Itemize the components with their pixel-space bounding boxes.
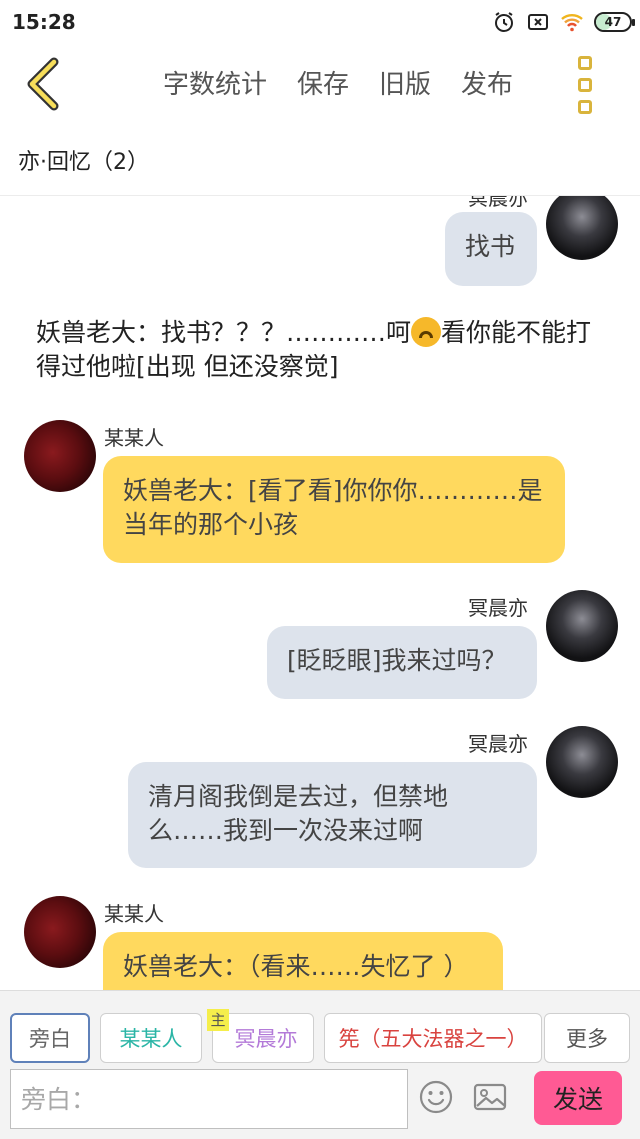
- chat-bubble[interactable]: [眨眨眼]我来过吗？: [267, 626, 537, 699]
- composer-panel: 旁白 某某人 冥晨亦 主 筅（五大法器之一） 更多 发送: [0, 990, 640, 1139]
- word-count-button[interactable]: 字数统计: [163, 64, 267, 101]
- save-button[interactable]: 保存: [297, 64, 349, 101]
- chat-bubble[interactable]: 妖兽老大：[看了看]你你你…………是当年的那个小孩: [103, 456, 565, 563]
- top-action-bar: 字数统计 保存 旧版 发布: [0, 46, 640, 124]
- narration-part: 妖兽老大：找书？？？…………呵: [36, 318, 412, 347]
- narration-text[interactable]: 妖兽老大：找书？？？…………呵 看你能不能打得过他啦[出现 但还没察觉]: [36, 316, 616, 384]
- emoji-icon[interactable]: [418, 1079, 454, 1115]
- role-narrator-button[interactable]: 旁白: [10, 1013, 90, 1063]
- old-version-button[interactable]: 旧版: [379, 64, 431, 101]
- battery-icon: 47: [594, 12, 635, 32]
- chat-area[interactable]: 冥晨亦 找书 妖兽老大：找书？？？…………呵 看你能不能打得过他啦[出现 但还没察…: [0, 196, 640, 990]
- alarm-icon: [495, 12, 513, 32]
- no-sim-icon: [528, 14, 548, 30]
- avatar[interactable]: [546, 590, 618, 662]
- main-role-badge: 主: [207, 1009, 229, 1031]
- top-menu: 字数统计 保存 旧版 发布: [163, 64, 513, 101]
- sender-name: 冥晨亦: [468, 196, 528, 210]
- chat-bubble[interactable]: 妖兽老大：（看来……失忆了 ）: [103, 932, 503, 990]
- status-bar: 15:28 47: [0, 0, 640, 46]
- avatar[interactable]: [546, 726, 618, 798]
- upside-down-face-icon: [411, 317, 442, 347]
- more-menu-icon[interactable]: [578, 56, 598, 114]
- more-roles-button[interactable]: 更多: [544, 1013, 630, 1063]
- sender-name: 某某人: [104, 426, 164, 450]
- message-input[interactable]: [10, 1069, 408, 1129]
- role-someone-button[interactable]: 某某人: [100, 1013, 202, 1063]
- sender-name: 冥晨亦: [468, 732, 528, 756]
- sender-name: 冥晨亦: [468, 596, 528, 620]
- avatar[interactable]: [24, 420, 96, 492]
- chat-bubble[interactable]: 找书: [445, 212, 537, 286]
- avatar[interactable]: [546, 196, 618, 260]
- image-icon[interactable]: [472, 1079, 508, 1115]
- role-other-button[interactable]: 筅（五大法器之一）: [324, 1013, 542, 1063]
- story-title: 亦·回忆（2）: [18, 150, 149, 175]
- battery-level: 47: [604, 15, 622, 29]
- chat-bubble[interactable]: 清月阁我倒是去过，但禁地么……我到一次没来过啊: [128, 762, 537, 868]
- sender-name: 某某人: [104, 902, 164, 926]
- back-chevron-icon[interactable]: [20, 56, 68, 112]
- publish-button[interactable]: 发布: [461, 64, 513, 101]
- status-time: 15:28: [12, 10, 76, 34]
- avatar[interactable]: [24, 896, 96, 968]
- wifi-icon: [561, 14, 583, 32]
- send-button[interactable]: 发送: [534, 1071, 622, 1125]
